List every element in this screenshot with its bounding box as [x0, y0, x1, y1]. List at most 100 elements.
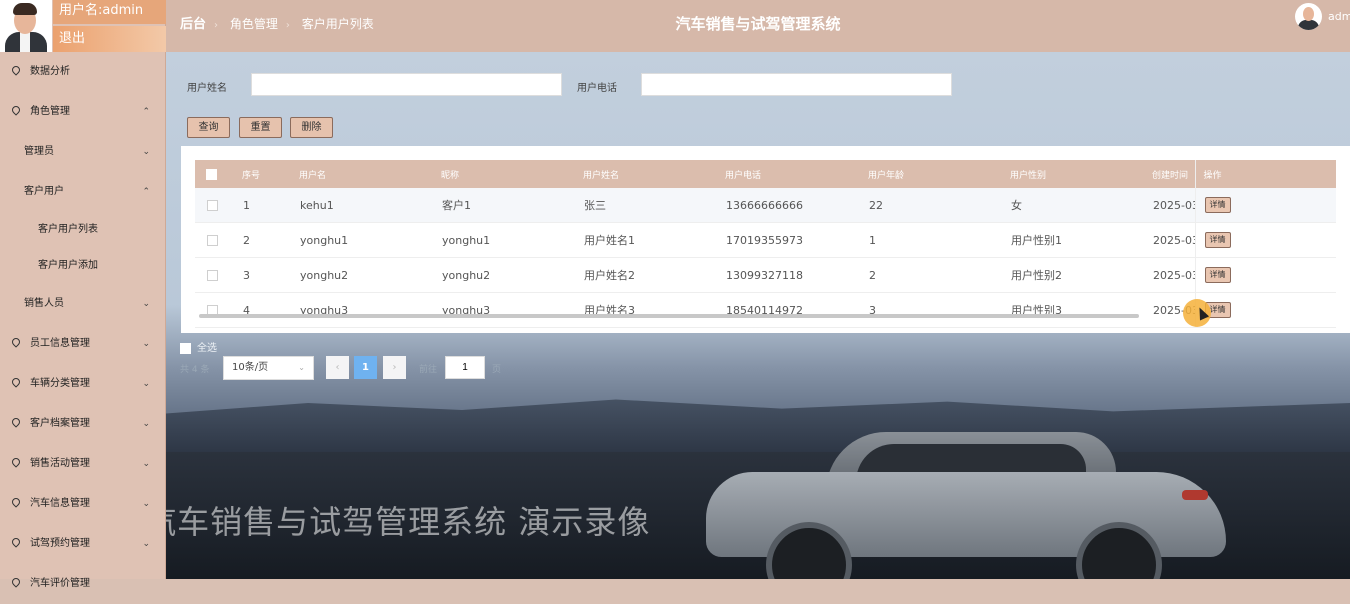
sidebar-item-employee-info[interactable]: 员工信息管理 ⌄: [0, 324, 166, 364]
top-avatar[interactable]: [1295, 3, 1322, 30]
background-car-image: [706, 432, 1226, 579]
goto-suffix: 页: [492, 365, 502, 375]
sidebar-item-admin[interactable]: 管理员 ⌄: [0, 132, 166, 172]
user-block: 用户名:admin 退出: [0, 0, 166, 52]
prev-page-button[interactable]: ‹: [326, 356, 349, 379]
cell-created: 2025-03-: [1152, 222, 1195, 258]
select-all-checkbox[interactable]: [206, 168, 217, 180]
location-pin-icon: [10, 376, 22, 388]
table-header-cell: 创建时间: [1152, 160, 1195, 188]
cell-phone: 13666666666: [725, 188, 868, 223]
detail-button[interactable]: 详情: [1204, 197, 1231, 213]
sidebar-item-sales-activity[interactable]: 销售活动管理 ⌄: [0, 444, 166, 484]
cell-nickname: 客户1: [441, 188, 583, 223]
cell-age: 3: [868, 292, 1010, 328]
sidebar-item-label: 客户档案管理: [30, 418, 90, 429]
sidebar-item-vehicle-category[interactable]: 车辆分类管理 ⌄: [0, 364, 166, 404]
chevron-down-icon: ⌄: [142, 539, 150, 549]
chevron-down-icon: ⌄: [142, 147, 150, 157]
cell-realname: 用户姓名2: [583, 257, 725, 293]
row-checkbox[interactable]: [207, 235, 218, 246]
cell-username: yonghu3: [299, 292, 441, 328]
location-pin-icon: [10, 104, 22, 116]
cell-index: 2: [242, 222, 299, 258]
select-all-checkbox[interactable]: [180, 342, 191, 354]
table-row[interactable]: 1 kehu1 客户1 张三 13666666666 22 女 2025-03-…: [195, 188, 1336, 223]
sidebar-item-car-info[interactable]: 汽车信息管理 ⌄: [0, 484, 166, 524]
cell-gender: 用户性别2: [1010, 257, 1152, 293]
cell-age: 2: [868, 257, 1010, 293]
header-select-all[interactable]: [195, 160, 242, 188]
goto-label: 前往: [419, 365, 438, 375]
detail-button[interactable]: 详情: [1204, 267, 1231, 283]
table-row[interactable]: 2 yonghu1 yonghu1 用户姓名1 17019355973 1 用户…: [195, 222, 1336, 258]
user-name-search-input[interactable]: [251, 73, 562, 96]
avatar: [0, 0, 52, 52]
goto-page-input[interactable]: [445, 356, 485, 379]
cell-created: 2025-03-: [1152, 188, 1195, 223]
reset-button[interactable]: 重置: [239, 117, 282, 138]
table-header-cell: 用户性别: [1010, 160, 1152, 188]
cell-username: kehu1: [299, 188, 441, 223]
sidebar-item-label: 员工信息管理: [30, 338, 90, 349]
chevron-down-icon: ⌄: [142, 379, 150, 389]
horizontal-scrollbar[interactable]: [199, 314, 1139, 318]
user-phone-search-input[interactable]: [641, 73, 952, 96]
sidebar-item-role-management[interactable]: 角色管理 ⌃: [0, 92, 166, 132]
location-pin-icon: [10, 496, 22, 508]
sidebar-item-customer-archive[interactable]: 客户档案管理 ⌄: [0, 404, 166, 444]
cell-gender: 用户性别3: [1010, 292, 1152, 328]
table-header-row: 序号 用户名 昵称 用户姓名 用户电话 用户年龄 用户性别 创建时间 操作: [195, 160, 1336, 188]
cell-index: 4: [242, 292, 299, 328]
sidebar-item-customer-user-add[interactable]: 客户用户添加: [0, 248, 166, 284]
cell-phone: 13099327118: [725, 257, 868, 293]
sidebar-item-data-analysis[interactable]: 数据分析: [0, 52, 166, 92]
sidebar-menu: 数据分析 角色管理 ⌃ 管理员 ⌄ 客户用户 ⌃ 客户用户列表 客户用户添加 销…: [0, 52, 166, 604]
sidebar-item-label: 管理员: [24, 146, 54, 157]
cell-nickname: yonghu2: [441, 257, 583, 293]
user-name-label: 用户姓名: [187, 83, 227, 94]
chevron-down-icon: ⌄: [142, 499, 150, 509]
page-size-select[interactable]: 10条/页 ⌄: [223, 356, 314, 380]
detail-button[interactable]: 详情: [1204, 232, 1231, 248]
top-username[interactable]: admin: [1328, 10, 1350, 23]
pagination-total: 共 4 条: [180, 365, 210, 375]
cell-index: 1: [242, 188, 299, 223]
page-1-button[interactable]: 1: [354, 356, 377, 379]
sidebar-item-test-drive[interactable]: 试驾预约管理 ⌄: [0, 524, 166, 564]
location-pin-icon: [10, 536, 22, 548]
cell-realname: 用户姓名3: [583, 292, 725, 328]
table-row[interactable]: 3 yonghu2 yonghu2 用户姓名2 13099327118 2 用户…: [195, 257, 1336, 293]
sidebar-item-customer-user[interactable]: 客户用户 ⌃: [0, 172, 166, 212]
table-row[interactable]: 4 yonghu3 yonghu3 用户姓名3 18540114972 3 用户…: [195, 292, 1336, 328]
query-button[interactable]: 查询: [187, 117, 230, 138]
table-header-cell: 用户电话: [725, 160, 868, 188]
chevron-down-icon: ⌄: [142, 299, 150, 309]
user-phone-label: 用户电话: [577, 83, 617, 94]
cell-username: yonghu2: [299, 257, 441, 293]
cell-created: 2025-03-: [1152, 257, 1195, 293]
table-header-cell: 昵称: [441, 160, 583, 188]
page-title: 汽车销售与试驾管理系统: [675, 15, 841, 33]
sidebar-item-car-review[interactable]: 汽车评价管理: [0, 564, 166, 604]
sidebar-item-customer-user-list[interactable]: 客户用户列表: [0, 212, 166, 248]
cell-gender: 女: [1010, 188, 1152, 223]
table-header-cell: 用户年龄: [868, 160, 1010, 188]
sidebar-item-label: 数据分析: [30, 66, 70, 77]
row-checkbox[interactable]: [207, 200, 218, 211]
location-pin-icon: [10, 416, 22, 428]
row-checkbox[interactable]: [207, 270, 218, 281]
chevron-down-icon: ⌄: [142, 339, 150, 349]
chevron-up-icon: ⌃: [142, 187, 150, 197]
sidebar-item-label: 客户用户: [24, 186, 64, 197]
select-all[interactable]: 全选: [180, 339, 217, 354]
delete-button[interactable]: 删除: [290, 117, 333, 138]
location-pin-icon: [10, 456, 22, 468]
sidebar: 用户名:admin 退出 数据分析 角色管理 ⌃ 管理员 ⌄ 客户用户 ⌃ 客户…: [0, 0, 166, 589]
sidebar-item-sales-staff[interactable]: 销售人员 ⌄: [0, 284, 166, 324]
location-pin-icon: [10, 64, 22, 76]
table-header-cell: 序号: [242, 160, 299, 188]
logout-button[interactable]: 退出: [53, 26, 166, 52]
sidebar-item-label: 销售人员: [24, 298, 64, 309]
next-page-button[interactable]: ›: [383, 356, 406, 379]
